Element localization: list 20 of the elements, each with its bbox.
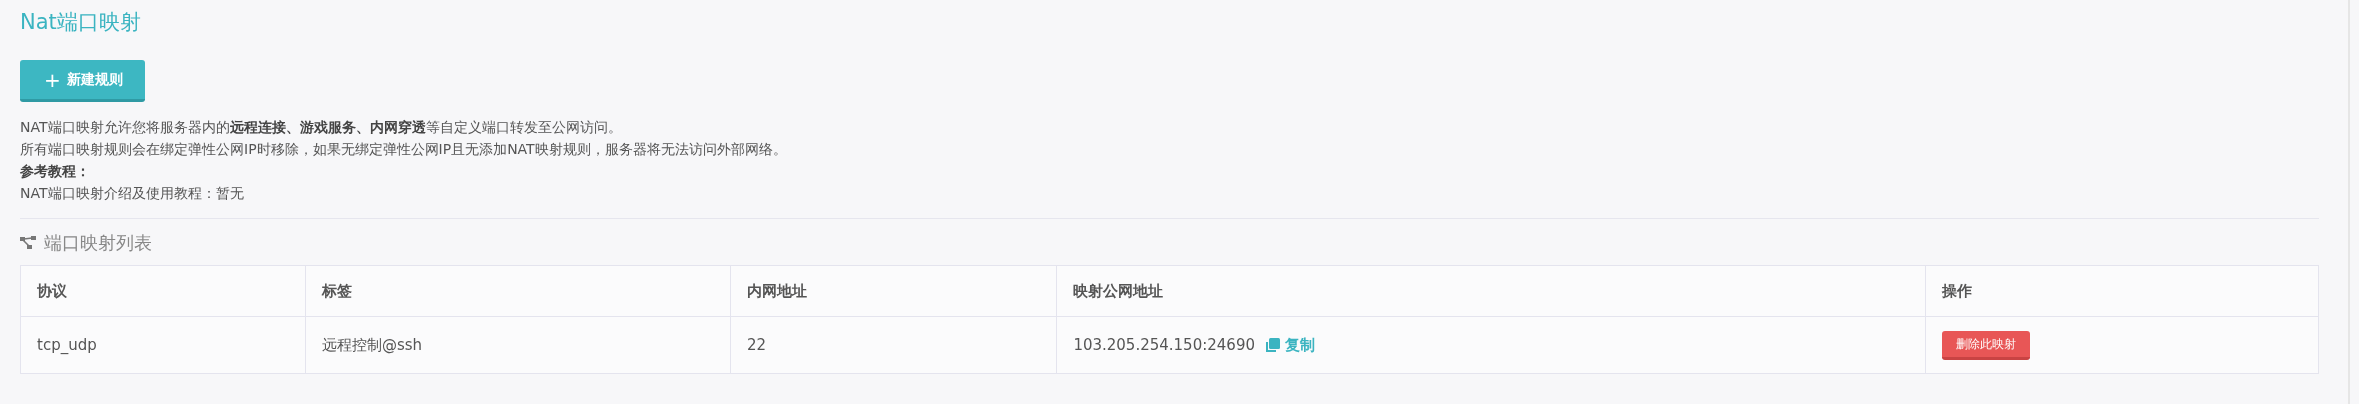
table-cell: tcp_udp bbox=[20, 316, 306, 374]
column-header: 标签 bbox=[305, 265, 731, 317]
description-text: 所有端口映射规则会在绑定弹性公网IP时移除，如果无绑定弹性公网IP且无添加NAT映射规则，服务器将无法访问外部网络。 bbox=[20, 140, 788, 159]
table-cell: 远程控制@ssh bbox=[305, 316, 731, 374]
column-header: 操作 bbox=[1925, 265, 2319, 317]
network-icon bbox=[20, 236, 36, 250]
page-title: Nat端口映射 bbox=[20, 9, 142, 36]
column-header: 协议 bbox=[20, 265, 306, 317]
new-rule-button[interactable]: + 新建规则 bbox=[20, 60, 145, 102]
description-text: NAT端口映射介绍及使用教程：暂无 bbox=[20, 184, 245, 203]
column-header: 内网地址 bbox=[730, 265, 1057, 317]
column-header: 映射公网地址 bbox=[1056, 265, 1926, 317]
section-title: 端口映射列表 bbox=[44, 231, 152, 255]
public-address: 103.205.254.150:24690 bbox=[1073, 336, 1255, 354]
copy-link[interactable]: 复制 bbox=[1265, 335, 1315, 355]
copy-icon bbox=[1265, 337, 1280, 353]
description-text: 参考教程： bbox=[20, 162, 91, 181]
description-text: NAT端口映射允许您将服务器内的远程连接、游戏服务、内网穿透等自定义端口转发至公网访问。 bbox=[20, 118, 623, 137]
delete-mapping-button[interactable]: 删除此映射 bbox=[1942, 330, 2030, 360]
table-cell: 22 bbox=[730, 316, 1057, 374]
